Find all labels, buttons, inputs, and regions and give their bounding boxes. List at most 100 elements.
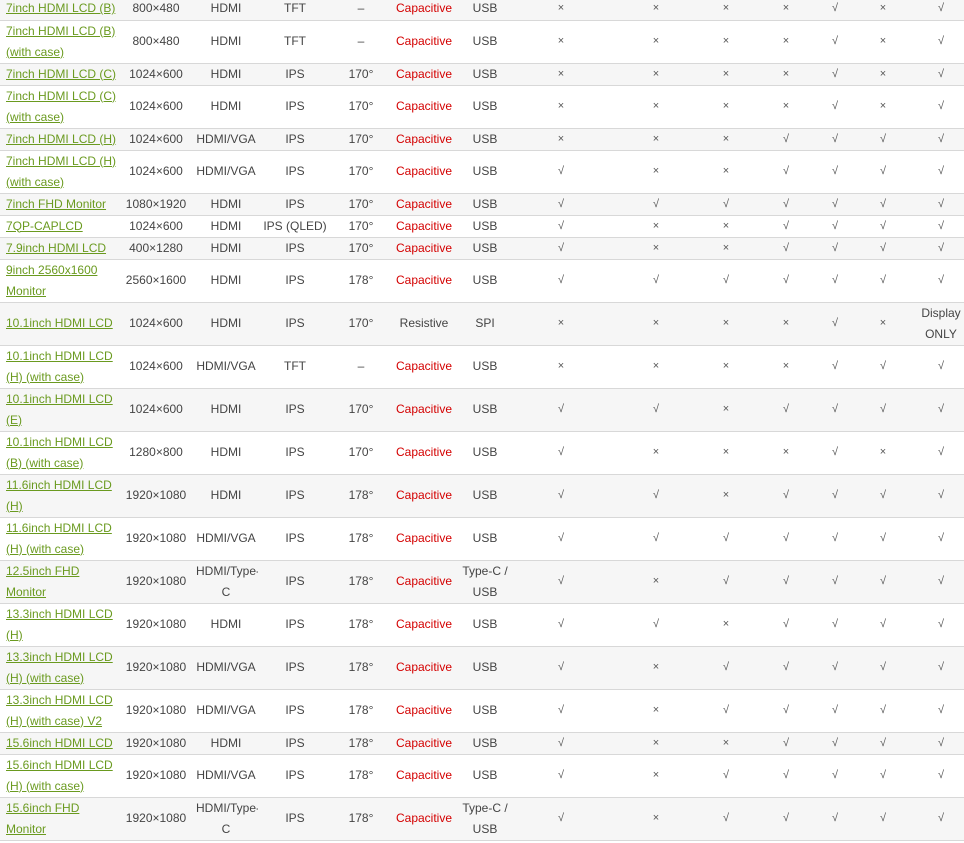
compat-col-7-cell: √ bbox=[918, 603, 964, 647]
touch-type-cell: Capacitive bbox=[390, 754, 458, 798]
compat-col-1-cell: √ bbox=[512, 193, 610, 216]
touch-interface-cell: USB bbox=[458, 517, 512, 561]
compat-col-5-cell: √ bbox=[822, 517, 848, 561]
compat-col-7-cell: √ bbox=[918, 150, 964, 194]
compat-col-4-cell: √ bbox=[750, 150, 822, 194]
panel-type-cell: IPS bbox=[258, 603, 332, 647]
compat-col-2-cell: √ bbox=[610, 474, 702, 518]
table-body: 7inch HDMI LCD (B) 800×480 HDMI TFT – Capacit… bbox=[0, 0, 964, 841]
compat-col-7-cell: √ bbox=[918, 63, 964, 86]
product-link[interactable]: 10.1inch HDMI LCD bbox=[6, 316, 113, 330]
touch-type-cell: Capacitive bbox=[390, 85, 458, 129]
product-link[interactable]: 15.6inch HDMI LCD (H) (with case) bbox=[6, 758, 113, 793]
compat-col-2-cell: × bbox=[610, 302, 702, 346]
model-cell: 7.9inch HDMI LCD bbox=[0, 237, 118, 260]
compat-col-4-cell: × bbox=[750, 431, 822, 475]
model-cell: 7inch HDMI LCD (H) bbox=[0, 128, 118, 151]
model-cell: 7inch FHD Monitor bbox=[0, 193, 118, 216]
table-row: 10.1inch HDMI LCD 1024×600 HDMI IPS 170° Resi… bbox=[0, 302, 964, 346]
model-cell: 15.6inch HDMI LCD bbox=[0, 732, 118, 755]
touch-type-cell: Capacitive bbox=[390, 431, 458, 475]
compat-col-6-cell: √ bbox=[848, 754, 918, 798]
touch-interface-cell: USB bbox=[458, 20, 512, 64]
table-row: 13.3inch HDMI LCD (H) 1920×1080 HDMI IPS 178… bbox=[0, 603, 964, 647]
model-cell: 10.1inch HDMI LCD bbox=[0, 302, 118, 346]
resolution-cell: 1920×1080 bbox=[118, 517, 194, 561]
product-link[interactable]: 10.1inch HDMI LCD (B) (with case) bbox=[6, 435, 113, 470]
viewing-angle-cell: 178° bbox=[332, 797, 390, 841]
product-link[interactable]: 15.6inch FHD Monitor bbox=[6, 801, 79, 836]
product-link[interactable]: 7inch FHD Monitor bbox=[6, 197, 106, 211]
interface-cell: HDMI bbox=[194, 732, 258, 755]
viewing-angle-cell: 178° bbox=[332, 560, 390, 604]
product-link[interactable]: 7inch HDMI LCD (H) (with case) bbox=[6, 154, 116, 189]
compat-col-1-cell: √ bbox=[512, 560, 610, 604]
compat-col-3-cell: × bbox=[702, 302, 750, 346]
touch-type-cell: Capacitive bbox=[390, 797, 458, 841]
compat-col-3-cell: √ bbox=[702, 259, 750, 303]
compat-col-7-cell: √ bbox=[918, 474, 964, 518]
touch-type-cell: Capacitive bbox=[390, 345, 458, 389]
viewing-angle-cell: 170° bbox=[332, 237, 390, 260]
resolution-cell: 1024×600 bbox=[118, 128, 194, 151]
compat-col-2-cell: √ bbox=[610, 517, 702, 561]
interface-cell: HDMI bbox=[194, 259, 258, 303]
compat-col-3-cell: √ bbox=[702, 193, 750, 216]
compat-col-1-cell: √ bbox=[512, 797, 610, 841]
compat-col-3-cell: × bbox=[702, 63, 750, 86]
product-link[interactable]: 9inch 2560x1600 Monitor bbox=[6, 263, 97, 298]
compat-col-7-cell: √ bbox=[918, 0, 964, 21]
viewing-angle-cell: – bbox=[332, 0, 390, 21]
product-link[interactable]: 7inch HDMI LCD (B) bbox=[6, 1, 115, 15]
compat-col-2-cell: × bbox=[610, 754, 702, 798]
product-link[interactable]: 11.6inch HDMI LCD (H) (with case) bbox=[6, 521, 112, 556]
product-link[interactable]: 11.6inch HDMI LCD (H) bbox=[6, 478, 112, 513]
compat-col-2-cell: √ bbox=[610, 603, 702, 647]
product-link[interactable]: 7inch HDMI LCD (B) (with case) bbox=[6, 24, 115, 59]
model-cell: 7inch HDMI LCD (B) (with case) bbox=[0, 20, 118, 64]
compat-col-2-cell: × bbox=[610, 85, 702, 129]
compat-col-3-cell: × bbox=[702, 237, 750, 260]
resolution-cell: 1024×600 bbox=[118, 302, 194, 346]
compat-col-5-cell: √ bbox=[822, 20, 848, 64]
model-cell: 10.1inch HDMI LCD (E) bbox=[0, 388, 118, 432]
table-row: 15.6inch FHD Monitor 1920×1080 HDMI/Type-C… bbox=[0, 797, 964, 841]
compat-col-3-cell: × bbox=[702, 85, 750, 129]
compat-col-6-cell: √ bbox=[848, 474, 918, 518]
touch-interface-cell: USB bbox=[458, 603, 512, 647]
interface-cell: HDMI bbox=[194, 215, 258, 238]
compat-col-2-cell: × bbox=[610, 560, 702, 604]
viewing-angle-cell: 178° bbox=[332, 603, 390, 647]
product-link[interactable]: 10.1inch HDMI LCD (H) (with case) bbox=[6, 349, 113, 384]
model-cell: 7inch HDMI LCD (B) bbox=[0, 0, 118, 21]
resolution-cell: 1920×1080 bbox=[118, 732, 194, 755]
touch-interface-cell: USB bbox=[458, 732, 512, 755]
panel-type-cell: IPS bbox=[258, 388, 332, 432]
table-row: 10.1inch HDMI LCD (H) (with case) 1024×60… bbox=[0, 345, 964, 389]
interface-cell: HDMI/VGA bbox=[194, 150, 258, 194]
compat-col-1-cell: × bbox=[512, 63, 610, 86]
panel-type-cell: IPS bbox=[258, 128, 332, 151]
compat-col-3-cell: × bbox=[702, 0, 750, 21]
interface-cell: HDMI/VGA bbox=[194, 754, 258, 798]
product-link[interactable]: 7.9inch HDMI LCD bbox=[6, 241, 106, 255]
compat-col-7-cell: √ bbox=[918, 560, 964, 604]
compat-col-4-cell: √ bbox=[750, 474, 822, 518]
product-link[interactable]: 13.3inch HDMI LCD (H) (with case) V2 bbox=[6, 693, 113, 728]
compat-col-1-cell: √ bbox=[512, 237, 610, 260]
product-link[interactable]: 7inch HDMI LCD (C) (with case) bbox=[6, 89, 116, 124]
product-link[interactable]: 13.3inch HDMI LCD (H) bbox=[6, 607, 113, 642]
product-link[interactable]: 15.6inch HDMI LCD bbox=[6, 736, 113, 750]
product-link[interactable]: 12.5inch FHD Monitor bbox=[6, 564, 79, 599]
product-link[interactable]: 10.1inch HDMI LCD (E) bbox=[6, 392, 113, 427]
product-link[interactable]: 7inch HDMI LCD (H) bbox=[6, 132, 116, 146]
compat-col-3-cell: √ bbox=[702, 797, 750, 841]
product-link[interactable]: 7QP-CAPLCD bbox=[6, 219, 83, 233]
product-link[interactable]: 13.3inch HDMI LCD (H) (with case) bbox=[6, 650, 113, 685]
compat-col-4-cell: √ bbox=[750, 689, 822, 733]
product-link[interactable]: 7inch HDMI LCD (C) bbox=[6, 67, 116, 81]
table-row: 11.6inch HDMI LCD (H) 1920×1080 HDMI IPS 178… bbox=[0, 474, 964, 518]
resolution-cell: 1024×600 bbox=[118, 85, 194, 129]
compat-col-1-cell: √ bbox=[512, 150, 610, 194]
compat-col-5-cell: √ bbox=[822, 259, 848, 303]
